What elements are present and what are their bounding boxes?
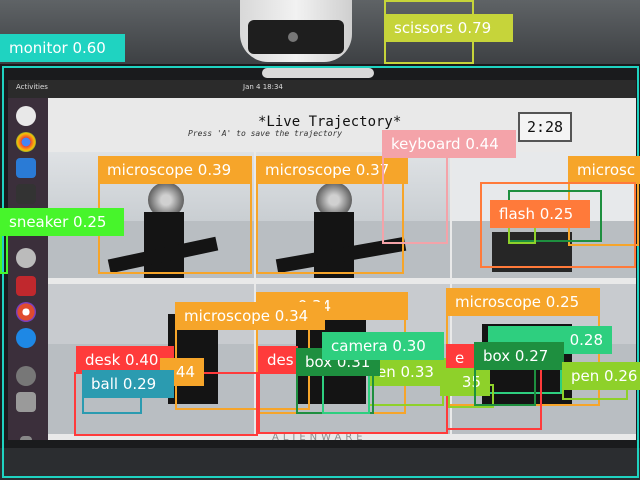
detection-label-flash: flash 0.25: [490, 200, 590, 228]
detection-box-ball: [82, 396, 142, 414]
detection-label-monitor: monitor 0.60: [0, 34, 125, 62]
detection-label-keyboard: keyboard 0.44: [382, 130, 516, 158]
detection-box-keyboard: [382, 156, 448, 244]
detection-label-scissors: scissors 0.79: [385, 14, 513, 42]
detection-label-microscope: microscope 0.34: [175, 302, 325, 330]
detection-label-camera: camera 0.30: [322, 332, 444, 360]
detection-label-microscope: microscope 0.25: [446, 288, 600, 316]
detection-label-pen: pen 0.26: [562, 362, 640, 390]
detection-box-box: [474, 368, 536, 406]
photo-scene: Activities Jan 4 18:34 *Live Trajectory*…: [0, 0, 640, 480]
detection-label-desk: des: [258, 346, 298, 374]
detection-label-microscope: microsc: [568, 156, 640, 184]
detection-label-sneaker: sneaker 0.25: [0, 208, 124, 236]
detection-label-microscope: microscope 0.39: [98, 156, 252, 184]
detection-label-box: box 0.27: [474, 342, 564, 370]
detection-box-pen: [508, 226, 536, 244]
detection-label-ball: ball 0.29: [82, 370, 174, 398]
robot-wrist-band: [248, 20, 344, 54]
